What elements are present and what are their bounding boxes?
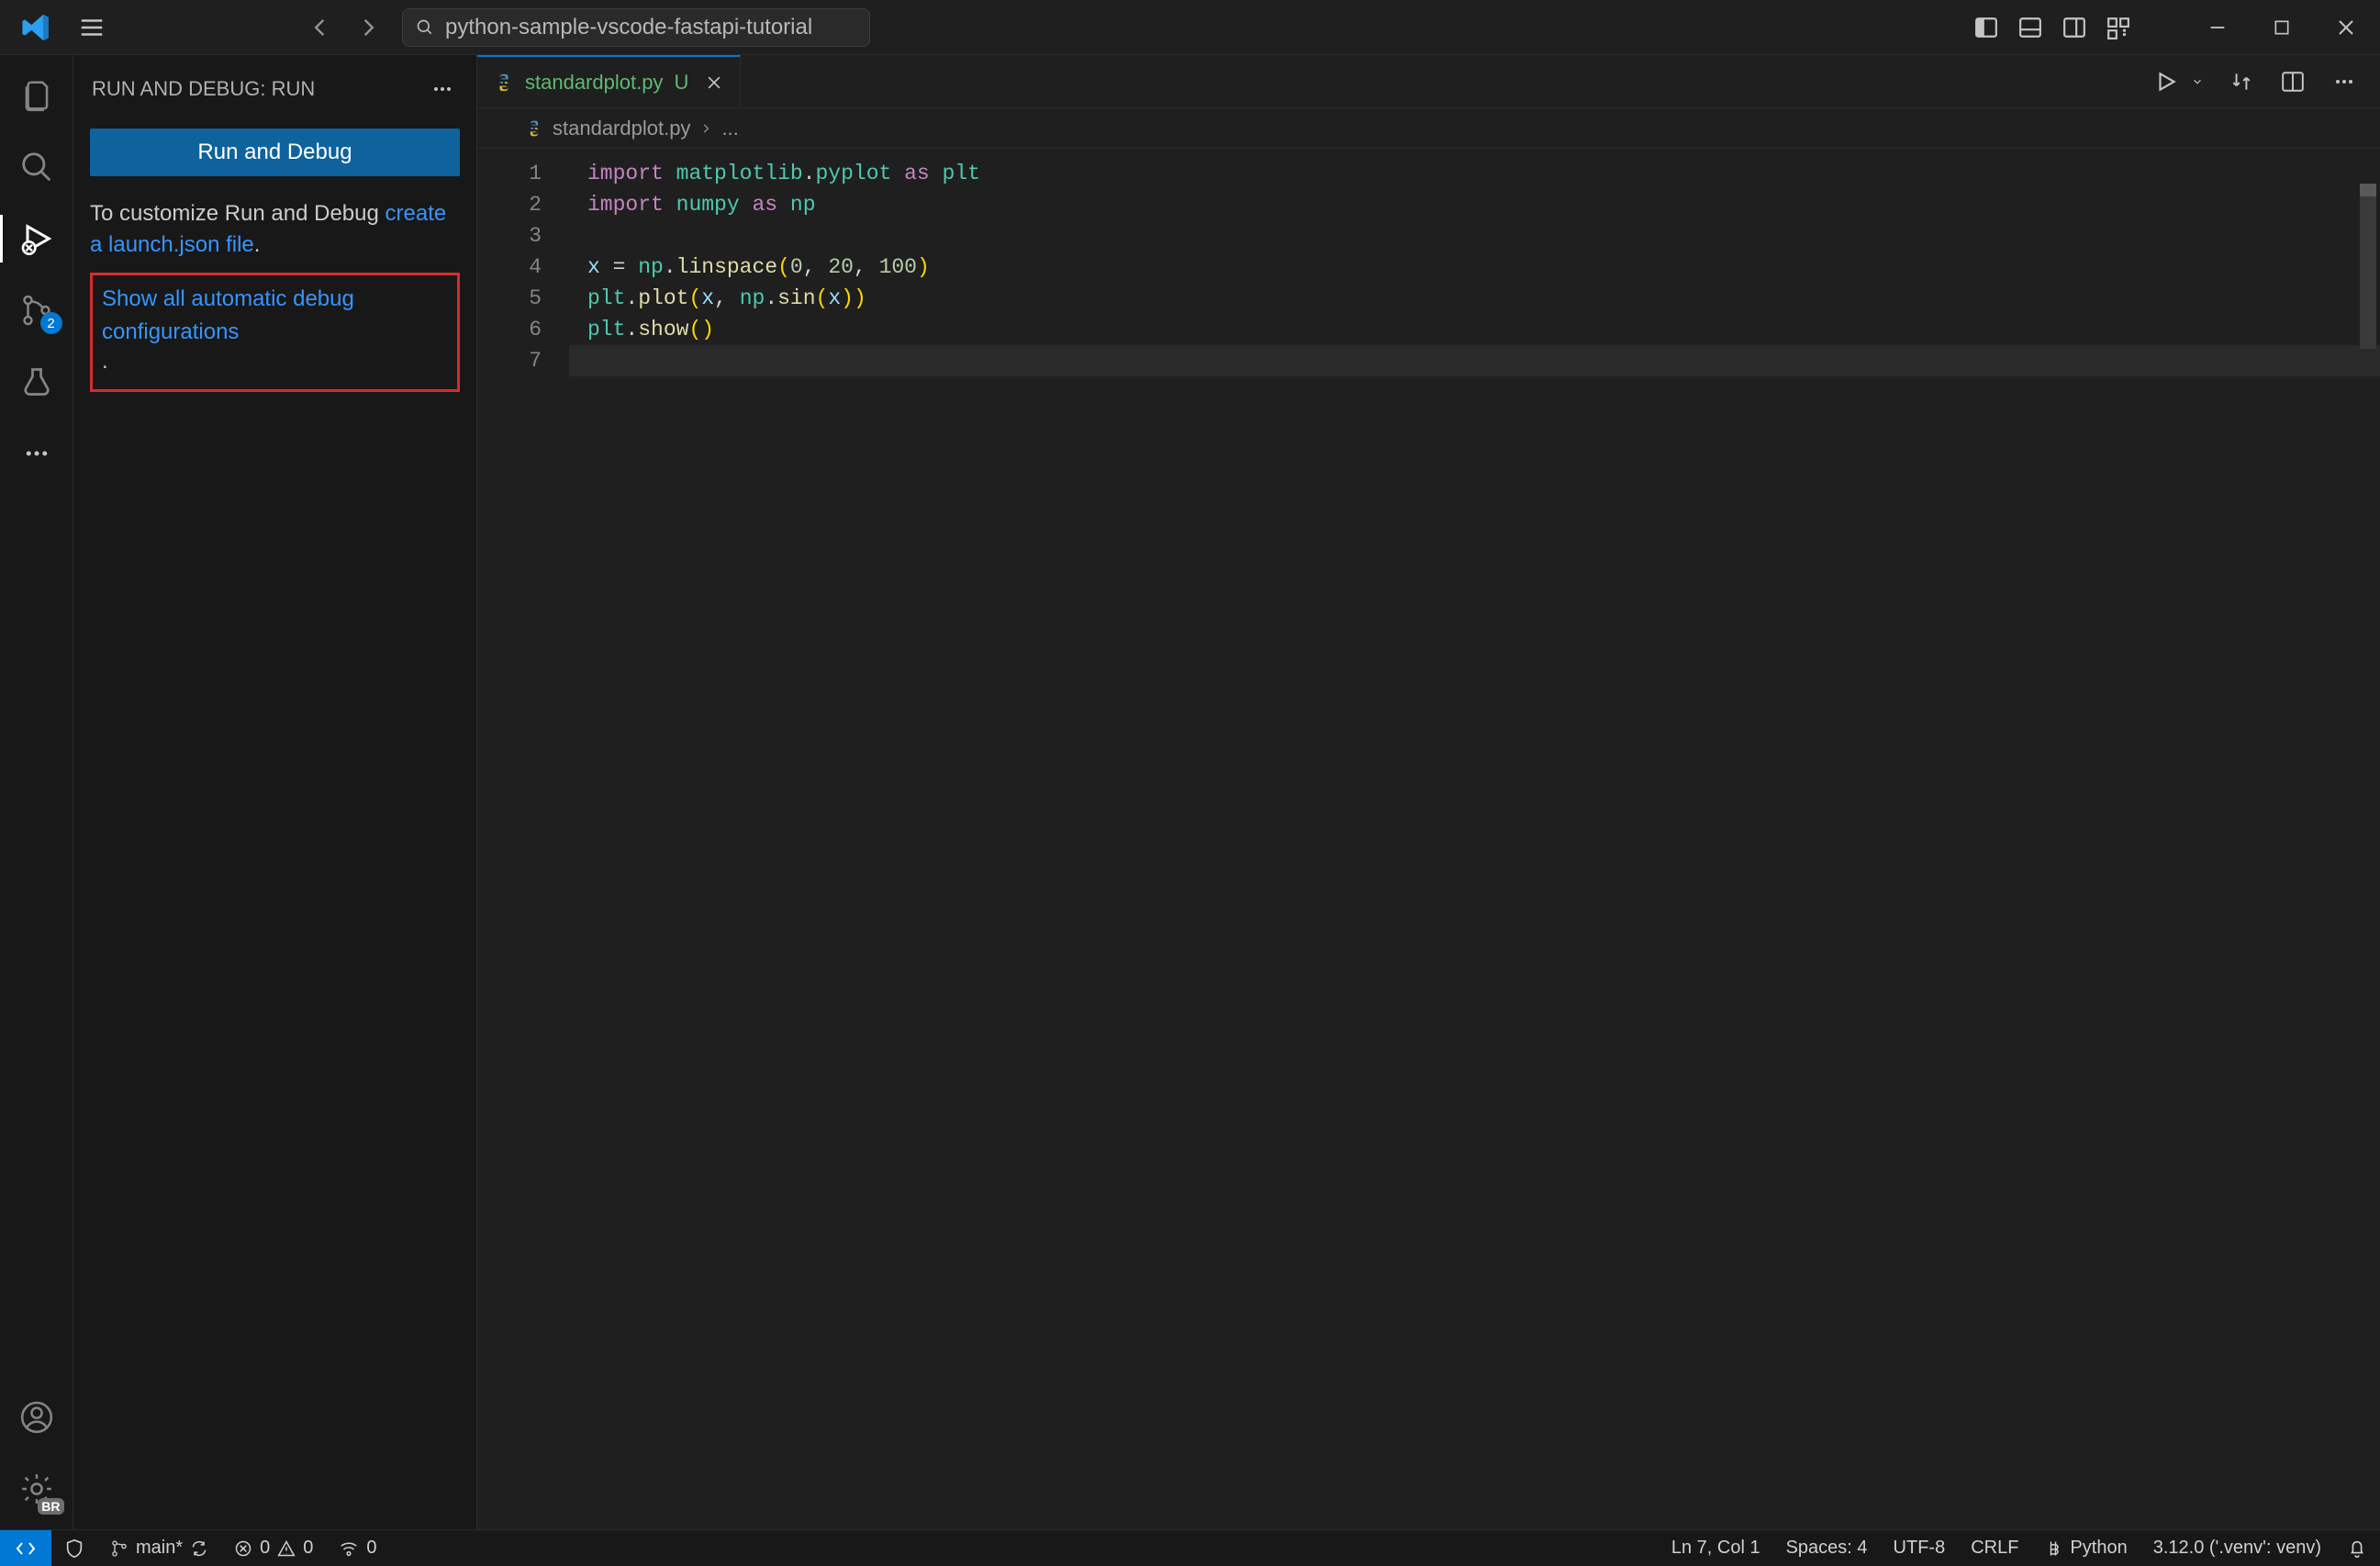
scrollbar-track <box>2360 184 2376 349</box>
split-editor-icon[interactable] <box>2277 66 2308 97</box>
sidebar-more-icon[interactable] <box>427 73 458 105</box>
chevron-right-icon <box>699 122 712 135</box>
compare-changes-icon[interactable] <box>2226 66 2257 97</box>
activity-accounts[interactable] <box>15 1395 59 1439</box>
status-problems[interactable]: 0 0 <box>221 1538 326 1559</box>
settings-badge: BR <box>38 1498 63 1515</box>
editor-tabs: standardplot.py U <box>477 55 2380 108</box>
activity-testing[interactable] <box>15 360 59 404</box>
run-and-debug-button[interactable]: Run and Debug <box>90 129 460 176</box>
search-text: python-sample-vscode-fastapi-tutorial <box>445 15 812 40</box>
nav-forward-button[interactable] <box>349 9 385 46</box>
line-number-gutter: 1234567 <box>477 149 569 1529</box>
python-file-icon <box>494 73 514 93</box>
tab-close-icon[interactable] <box>705 73 723 92</box>
activity-search[interactable] <box>15 145 59 189</box>
status-bar: main* 0 0 0 Ln 7, Col 1 Spaces: 4 UTF-8 … <box>0 1529 2380 1566</box>
status-branch[interactable]: main* <box>97 1538 221 1559</box>
status-notifications[interactable] <box>2334 1538 2380 1559</box>
title-bar: python-sample-vscode-fastapi-tutorial <box>0 0 2380 55</box>
status-trust[interactable] <box>51 1538 97 1559</box>
vscode-logo <box>9 12 64 43</box>
activity-run-debug[interactable] <box>15 217 59 261</box>
editor-area: standardplot.py U <box>477 55 2380 1529</box>
code-content[interactable]: import matplotlib.pyplot as pltimport nu… <box>569 149 2380 1529</box>
window-minimize-button[interactable] <box>2202 12 2233 43</box>
command-center-search[interactable]: python-sample-vscode-fastapi-tutorial <box>402 8 870 47</box>
breadcrumb[interactable]: standardplot.py ... <box>477 108 2380 149</box>
show-all-configs-link[interactable]: Show all automatic debug configurations <box>102 283 448 349</box>
activity-more[interactable] <box>15 431 59 475</box>
activity-bar: 2 BR <box>0 55 73 1529</box>
remote-indicator[interactable] <box>0 1530 51 1566</box>
tab-standardplot[interactable]: standardplot.py U <box>477 55 741 107</box>
sync-icon[interactable] <box>190 1539 208 1558</box>
activity-source-control[interactable]: 2 <box>15 288 59 332</box>
status-cursor[interactable]: Ln 7, Col 1 <box>1659 1538 1773 1559</box>
nav-back-button[interactable] <box>303 9 340 46</box>
status-ports[interactable]: 0 <box>326 1538 389 1559</box>
activity-explorer[interactable] <box>15 73 59 117</box>
breadcrumb-more: ... <box>721 117 738 140</box>
tab-modified-marker: U <box>674 71 688 95</box>
run-file-button[interactable] <box>2151 66 2182 97</box>
breadcrumb-file: standardplot.py <box>553 117 690 140</box>
status-eol[interactable]: CRLF <box>1958 1538 2031 1559</box>
customize-text: To customize Run and Debug <box>90 201 385 226</box>
layout-sidebar-right-icon[interactable] <box>2059 12 2090 43</box>
scrollbar-thumb[interactable] <box>2360 184 2376 196</box>
run-dropdown-icon[interactable] <box>2189 66 2206 97</box>
status-language[interactable]: Python <box>2031 1538 2140 1559</box>
code-editor[interactable]: 1234567 import matplotlib.pyplot as plti… <box>477 149 2380 1529</box>
run-debug-sidebar: RUN AND DEBUG: RUN Run and Debug To cust… <box>73 55 477 1529</box>
layout-customize-icon[interactable] <box>2103 12 2134 43</box>
status-interpreter[interactable]: 3.12.0 ('.venv': venv) <box>2140 1538 2334 1559</box>
window-close-button[interactable] <box>2330 12 2362 43</box>
highlight-box: Show all automatic debug configurations. <box>90 273 460 392</box>
customize-text-block: To customize Run and Debug create a laun… <box>90 198 460 260</box>
layout-sidebar-left-icon[interactable] <box>1971 12 2002 43</box>
activity-settings[interactable]: BR <box>15 1467 59 1511</box>
editor-scrollbar[interactable] <box>2358 149 2376 1529</box>
window-maximize-button[interactable] <box>2266 12 2297 43</box>
python-file-icon <box>525 119 543 138</box>
editor-more-icon[interactable] <box>2329 66 2360 97</box>
status-spaces[interactable]: Spaces: 4 <box>1773 1538 1881 1559</box>
layout-panel-bottom-icon[interactable] <box>2015 12 2046 43</box>
hamburger-menu-icon[interactable] <box>64 12 119 43</box>
scm-badge: 2 <box>40 312 62 334</box>
status-encoding[interactable]: UTF-8 <box>1881 1538 1959 1559</box>
tab-filename: standardplot.py <box>525 71 663 95</box>
sidebar-title: RUN AND DEBUG: RUN <box>92 77 315 101</box>
